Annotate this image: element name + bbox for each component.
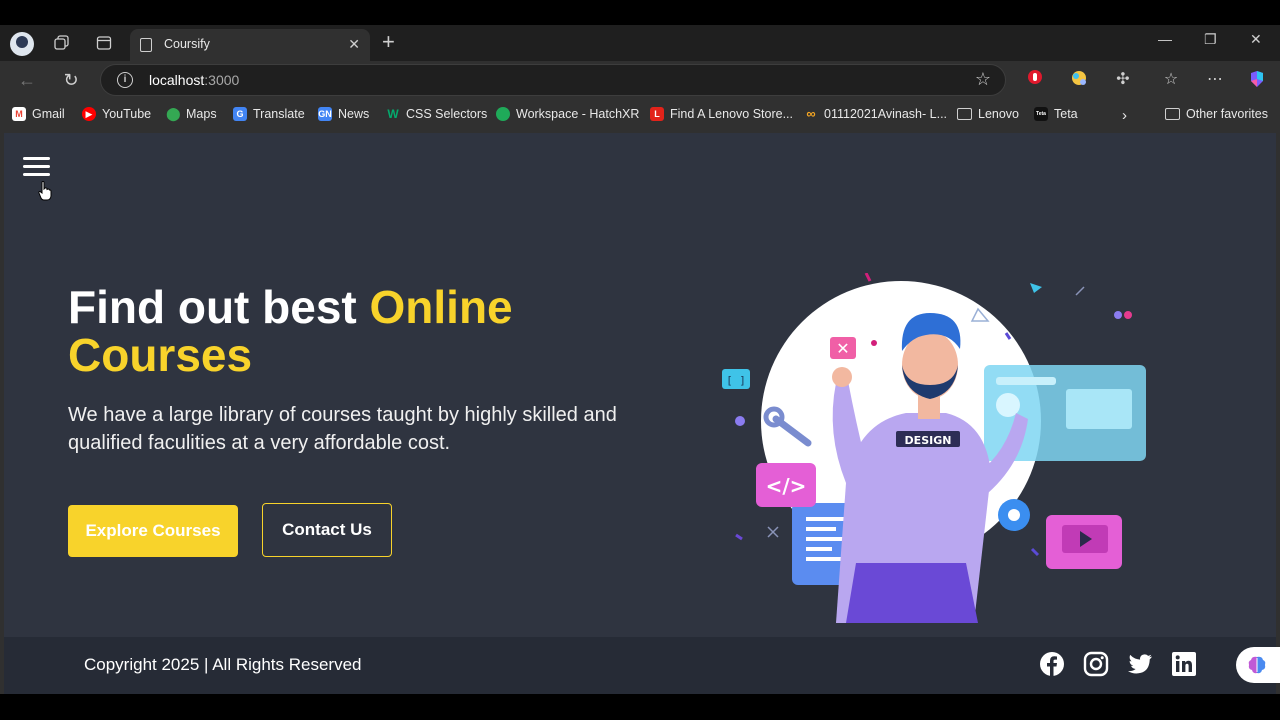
hand-cursor-icon (38, 181, 52, 201)
twitter-icon[interactable] (1127, 651, 1153, 677)
address-bar[interactable]: i localhost:3000 ☆ (100, 64, 1006, 96)
site-info-icon[interactable]: i (117, 72, 133, 88)
tab-title: Coursify (164, 37, 210, 51)
svg-text:✕: ✕ (836, 339, 849, 358)
hero-title-plain: Find out best (68, 281, 370, 333)
bookmark-news[interactable]: GN News (318, 107, 369, 121)
navigation-bar: ← ↻ i localhost:3000 ☆ ✣ ☆ ⋯ (0, 61, 1280, 99)
browser-window: Coursify ✕ + — ❐ ✕ ← ↻ i localhost:3000 … (0, 25, 1280, 694)
favorites-icon[interactable]: ☆ (1160, 69, 1182, 91)
gmail-icon: M (12, 107, 26, 121)
close-window-icon[interactable]: ✕ (1250, 31, 1262, 48)
close-tab-icon[interactable]: ✕ (348, 36, 360, 53)
footer: Copyright 2025 | All Rights Reserved (4, 637, 1276, 694)
more-bookmarks-chevron-icon[interactable]: › (1122, 107, 1127, 124)
hatchxr-icon (496, 107, 510, 121)
bookmark-hatchxr[interactable]: Workspace - HatchXR (496, 107, 639, 121)
workspaces-icon[interactable] (52, 33, 72, 53)
minimize-icon[interactable]: — (1158, 31, 1172, 47)
design-label: DESIGN (905, 434, 952, 447)
bookmark-youtube[interactable]: ▶ YouTube (82, 107, 151, 121)
new-tab-icon[interactable]: + (382, 31, 395, 53)
restore-icon[interactable]: ❐ (1204, 31, 1217, 48)
tab-actions-icon[interactable] (94, 33, 114, 53)
instagram-icon[interactable] (1083, 651, 1109, 677)
bookmark-lenovo-store[interactable]: L Find A Lenovo Store... (650, 107, 793, 121)
assistant-widget[interactable] (1236, 647, 1280, 683)
bookmark-translate[interactable]: G Translate (233, 107, 305, 121)
folder-icon (1165, 108, 1180, 120)
back-icon[interactable]: ← (16, 69, 38, 91)
page-icon (140, 38, 152, 52)
favorite-star-icon[interactable]: ☆ (975, 69, 991, 90)
other-favorites[interactable]: Other favorites (1165, 107, 1268, 121)
bookmarks-bar: M Gmail ▶ YouTube ⬤ Maps G Translate GN News … (0, 99, 1280, 131)
teta-icon: Teta (1034, 107, 1048, 121)
bookmark-avinash[interactable]: ∞ 01112021Avinash- L... (804, 106, 947, 122)
w3schools-icon: W (387, 107, 399, 121)
linkedin-icon[interactable] (1171, 651, 1197, 677)
title-bar: Coursify ✕ + — ❐ ✕ (0, 25, 1280, 61)
contact-us-button[interactable]: Contact Us (262, 503, 392, 557)
news-icon: GN (318, 107, 332, 121)
svg-text:[ ]: [ ] (726, 374, 746, 387)
more-menu-icon[interactable]: ⋯ (1204, 69, 1226, 91)
translate-icon: G (233, 107, 247, 121)
explore-courses-button[interactable]: Explore Courses (68, 505, 238, 557)
bookmark-teta[interactable]: Teta Teta (1034, 107, 1078, 121)
web-page: Find out best Online Courses We have a l… (4, 133, 1280, 694)
refresh-icon[interactable]: ↻ (60, 69, 82, 91)
bookmark-gmail[interactable]: M Gmail (12, 107, 65, 121)
bookmark-css-selectors[interactable]: W CSS Selectors (386, 107, 487, 121)
svg-text:</>: </> (766, 474, 807, 498)
brain-icon (1248, 656, 1266, 674)
extensions-icon[interactable]: ✣ (1112, 69, 1134, 91)
tab-coursify[interactable]: Coursify ✕ (130, 29, 370, 61)
youtube-icon: ▶ (82, 107, 96, 121)
maps-icon: ⬤ (166, 106, 181, 121)
color-picker-extension-icon[interactable] (1068, 69, 1090, 91)
hero-title: Find out best Online Courses (68, 283, 628, 379)
hamburger-menu-icon[interactable] (23, 157, 50, 177)
copyright-text: Copyright 2025 | All Rights Reserved (84, 655, 362, 674)
url-text[interactable]: localhost:3000 (149, 72, 239, 88)
folder-icon (957, 108, 972, 120)
bookmark-maps[interactable]: ⬤ Maps (166, 106, 217, 122)
adblock-extension-icon[interactable] (1024, 69, 1046, 91)
lenovo-icon: L (650, 107, 664, 121)
hero-illustration: </> [ ] DESIGN ✕ (722, 273, 1146, 623)
hero-description: We have a large library of courses taugh… (68, 404, 617, 454)
loop-icon: ∞ (806, 106, 816, 121)
facebook-icon[interactable] (1039, 651, 1065, 677)
copilot-icon[interactable] (1246, 69, 1268, 91)
profile-avatar[interactable] (10, 32, 34, 56)
bookmark-lenovo-folder[interactable]: Lenovo (957, 107, 1019, 121)
